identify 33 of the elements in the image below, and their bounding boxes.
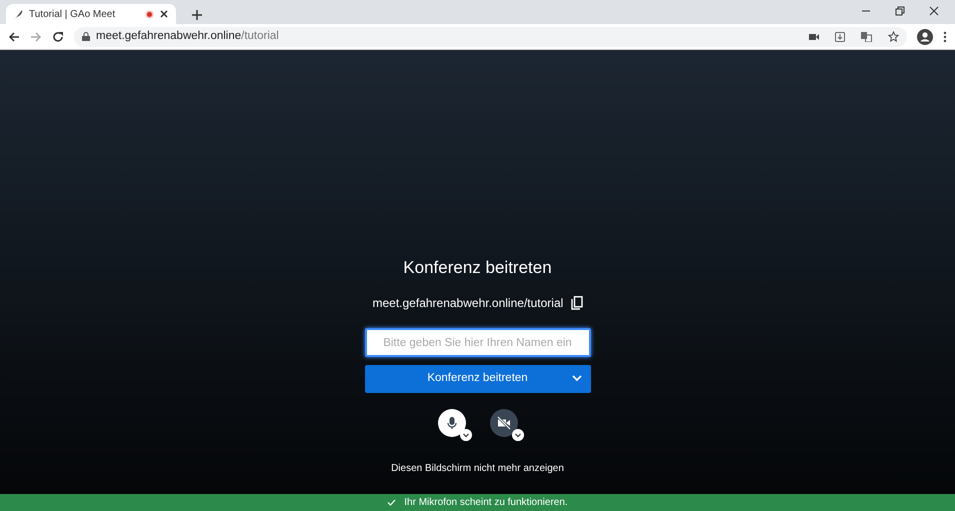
camera-off-button[interactable]: [490, 409, 518, 437]
copy-icon[interactable]: [570, 296, 582, 310]
menu-icon[interactable]: [943, 30, 947, 42]
account-icon[interactable]: [917, 28, 933, 44]
lock-icon: [82, 32, 90, 41]
close-icon[interactable]: [160, 10, 168, 18]
camera-icon[interactable]: [809, 32, 819, 40]
prejoin-title: Konferenz beitreten: [403, 256, 552, 278]
room-url: meet.gefahrenabwehr.online/tutorial: [372, 295, 564, 312]
dont-show-again-link[interactable]: Diesen Bildschirm nicht mehr anzeigen: [391, 461, 564, 476]
address-bar[interactable]: meet.gefahrenabwehr.online/tutorial: [74, 26, 907, 46]
browser-tab[interactable]: Tutorial | GAo Meet: [6, 4, 176, 24]
camera-icon: [496, 416, 510, 430]
url-text: meet.gefahrenabwehr.online/tutorial: [96, 28, 279, 44]
join-button[interactable]: Konferenz beitreten: [364, 365, 590, 393]
name-field[interactable]: Bitte geben Sie hier Ihren Namen ein: [364, 328, 590, 357]
translate-icon[interactable]: [861, 32, 872, 42]
feather-icon: [14, 9, 23, 19]
reload-icon[interactable]: [52, 30, 64, 42]
microphone-icon: [444, 416, 458, 430]
restore-icon[interactable]: [895, 6, 905, 16]
new-tab-icon[interactable]: [192, 10, 202, 20]
install-icon[interactable]: [835, 32, 845, 42]
star-icon[interactable]: [888, 31, 899, 42]
options-caret-icon[interactable]: [460, 429, 472, 441]
tab-title: Tutorial | GAo Meet: [29, 8, 116, 22]
options-caret-icon[interactable]: [512, 429, 524, 441]
close-icon[interactable]: [929, 6, 939, 16]
notice-text: Ihr Mikrofon scheint zu funktionieren.: [404, 496, 568, 510]
check-icon: [387, 499, 396, 506]
microphone-button[interactable]: [438, 409, 466, 437]
back-icon[interactable]: [8, 30, 20, 42]
caret-icon[interactable]: [572, 375, 582, 382]
